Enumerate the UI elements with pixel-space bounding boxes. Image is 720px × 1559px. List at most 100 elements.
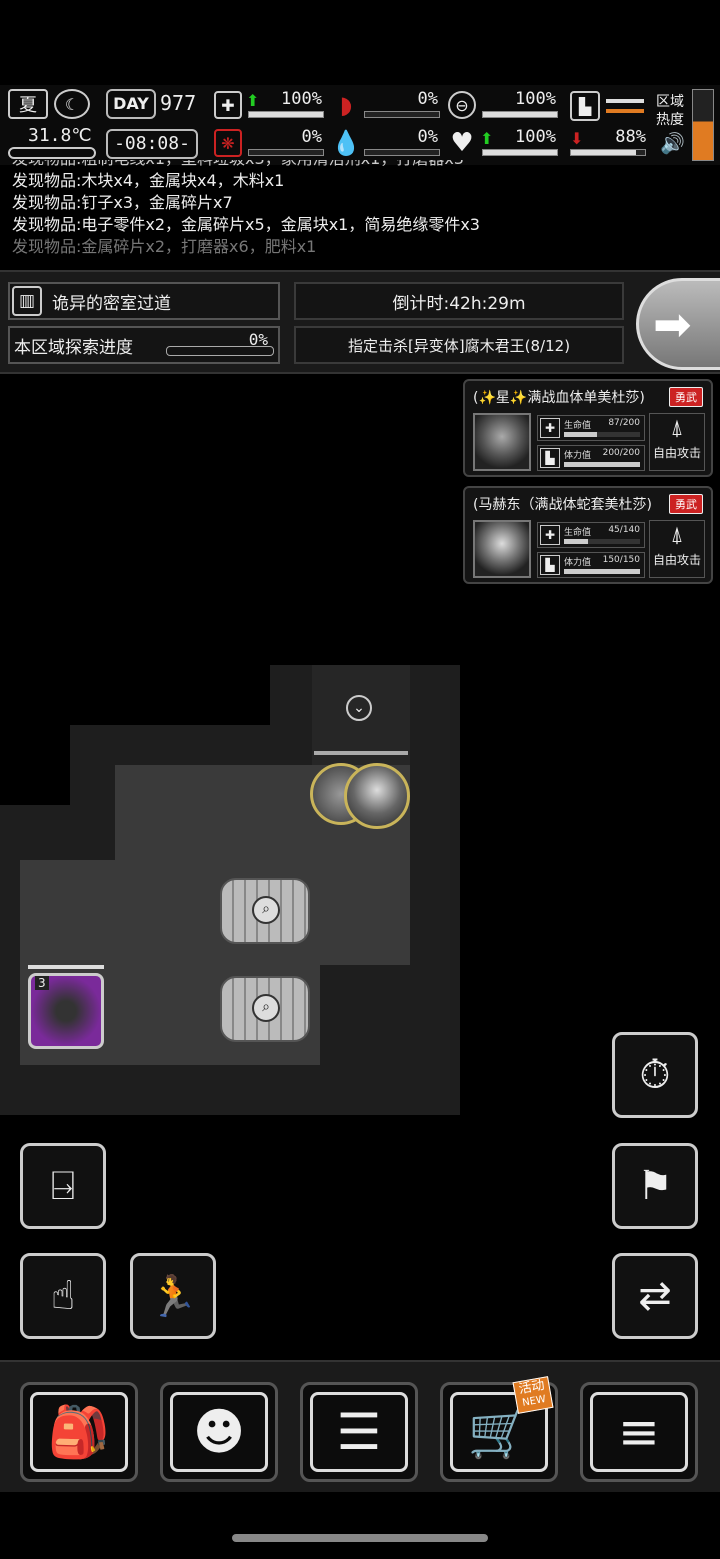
enemy-token[interactable]: 3 bbox=[28, 973, 104, 1049]
wait-timer-button[interactable]: ⏱ bbox=[612, 1032, 698, 1118]
stamina-label: 体力值 bbox=[564, 451, 592, 461]
zone-heat-meter bbox=[692, 89, 714, 161]
menu-button[interactable]: ≡ bbox=[580, 1382, 698, 1482]
day-number: 977 bbox=[160, 91, 197, 115]
tap-hand-icon: ☝ bbox=[50, 1273, 76, 1319]
fatigue-value: 100% bbox=[515, 89, 556, 109]
companion-card[interactable]: (✨星✨满战血体单美杜莎) 勇武 ✚ 生命值 87/200 ▙ 体力值 200/… bbox=[463, 379, 713, 477]
message-log[interactable]: 发现物品:粗制电线x1，塑料垃圾x3，家用清洁剂x1，打磨器x3 发现物品:木块… bbox=[12, 160, 712, 265]
interact-button[interactable]: ☝ bbox=[20, 1253, 106, 1339]
weight-bar-white bbox=[606, 99, 644, 103]
log-line: 发现物品:粗制电线x1，塑料垃圾x3，家用清洁剂x1，打磨器x3 bbox=[12, 160, 712, 170]
stamina-label: 体力值 bbox=[564, 558, 592, 568]
boots-value: 88% bbox=[615, 127, 646, 147]
stamina-bar bbox=[564, 462, 640, 467]
boots-bar bbox=[570, 149, 646, 156]
zone-heat-label: 区域热度 bbox=[656, 94, 684, 128]
run-button[interactable]: 🏃 bbox=[130, 1253, 216, 1339]
switch-stance-button[interactable]: ⇄ bbox=[612, 1253, 698, 1339]
hp-label: 生命值 bbox=[564, 421, 592, 431]
status-bar: 夏 ☾ 31.8℃ DAY 977 -08:08- ✚ ⬆ 100% ❋ 0% … bbox=[0, 85, 720, 165]
medkit-icon: ✚ bbox=[214, 91, 242, 119]
enemy-level: 3 bbox=[35, 976, 49, 990]
stamina-stat: ▙ 体力值 150/150 bbox=[537, 552, 645, 578]
free-attack-button[interactable]: ⍋ 自由攻击 bbox=[649, 520, 705, 578]
exit-door-icon: ⍈ bbox=[51, 1163, 75, 1209]
companion-badge: 勇武 bbox=[669, 494, 703, 514]
brain-icon: ❋ bbox=[214, 129, 242, 157]
enemy-health-bar bbox=[28, 965, 104, 969]
barrel[interactable]: ⌕ bbox=[220, 976, 310, 1042]
log-line: 发现物品:金属碎片x2，打磨器x6，肥料x1 bbox=[12, 237, 317, 256]
running-man-icon: 🏃 bbox=[148, 1273, 198, 1320]
stamina-bar bbox=[564, 569, 640, 574]
exploration-progress: 本区域探索进度 0% bbox=[8, 326, 280, 364]
home-indicator[interactable] bbox=[232, 1534, 488, 1542]
medkit-icon: ✚ bbox=[540, 418, 560, 438]
thermometer-icon bbox=[8, 147, 96, 159]
stomach-icon: ◗ bbox=[339, 91, 353, 119]
skills-button[interactable]: ☻ bbox=[160, 1382, 278, 1482]
soldier-swap-icon: ⇄ bbox=[638, 1273, 672, 1319]
companion-avatar bbox=[473, 413, 531, 471]
health-value: 100% bbox=[281, 89, 322, 109]
season-label: 夏 bbox=[19, 95, 37, 116]
companion-name: (马赫东（满战体蛇套美杜莎) bbox=[473, 497, 652, 513]
hunger-bar bbox=[364, 111, 440, 118]
barrel[interactable]: ⌕ bbox=[220, 878, 310, 944]
companion-name: (✨星✨满战血体单美杜莎) bbox=[473, 390, 645, 406]
hp-label: 生命值 bbox=[564, 528, 592, 538]
arrow-right-icon: ➡ bbox=[653, 297, 692, 351]
notebook-icon: ☰ bbox=[336, 1403, 382, 1461]
next-area-button[interactable]: ➡ bbox=[636, 278, 720, 370]
stopwatch-icon: ⏱ bbox=[639, 1052, 671, 1098]
companion-avatar bbox=[473, 520, 531, 578]
companion-token[interactable] bbox=[344, 763, 410, 829]
heart-icon: ♥ bbox=[450, 128, 474, 158]
map-marker-button[interactable]: ⚑ bbox=[612, 1143, 698, 1229]
log-line: 发现物品:钉子x3，金属碎片x7 bbox=[12, 193, 233, 212]
exit-button[interactable]: ⍈ bbox=[20, 1143, 106, 1229]
shop-button[interactable]: 🛒 活动 NEW bbox=[440, 1376, 558, 1482]
speaker-icon[interactable]: 🔊 bbox=[660, 131, 685, 155]
event-badge-new: NEW bbox=[521, 1393, 547, 1409]
free-attack-button[interactable]: ⍋ 自由攻击 bbox=[649, 413, 705, 471]
hp-stat: ✚ 生命值 87/200 bbox=[537, 415, 645, 441]
attack-label: 自由攻击 bbox=[652, 553, 701, 567]
companion-card[interactable]: (马赫东（满战体蛇套美杜莎) 勇武 ✚ 生命值 45/140 ▙ 体力值 150… bbox=[463, 486, 713, 584]
mood-value: 100% bbox=[515, 127, 556, 147]
exploration-bar bbox=[166, 346, 274, 356]
player-health-bar bbox=[314, 751, 408, 755]
stamina-stat: ▙ 体力值 200/200 bbox=[537, 445, 645, 471]
boot-icon: ▙ bbox=[540, 448, 560, 468]
attack-icon: ⍋ bbox=[670, 416, 684, 441]
boot-icon: ▙ bbox=[540, 555, 560, 575]
event-badge: 活动 NEW bbox=[512, 1376, 554, 1414]
bottom-dock: 🎒 ☻ ☰ 🛒 活动 NEW ≡ bbox=[0, 1360, 720, 1492]
building-icon: ▥ bbox=[12, 286, 42, 316]
area-title: ▥ 诡异的密室过道 bbox=[8, 282, 280, 320]
sanity-bar bbox=[248, 149, 324, 156]
kill-task[interactable]: 指定击杀[异变体]腐木君王(8/12) bbox=[294, 326, 624, 364]
attack-label: 自由攻击 bbox=[652, 446, 701, 460]
thirst-bar bbox=[364, 149, 440, 156]
medkit-icon: ✚ bbox=[540, 525, 560, 545]
thirst-value: 0% bbox=[417, 127, 438, 147]
boot-icon: ▙ bbox=[570, 91, 600, 121]
journal-button[interactable]: ☰ bbox=[300, 1382, 418, 1482]
exploration-label: 本区域探索进度 bbox=[14, 337, 133, 358]
companion-badge: 勇武 bbox=[669, 387, 703, 407]
map-area[interactable]: ⌄ ⌕ ⌕ 3 bbox=[0, 665, 460, 1125]
day-label: DAY bbox=[106, 89, 156, 119]
log-line: 发现物品:电子零件x2，金属碎片x5，金属块x1，简易绝缘零件x3 bbox=[12, 215, 480, 234]
chevron-down-icon[interactable]: ⌄ bbox=[346, 695, 372, 721]
menu-icon: ≡ bbox=[618, 1403, 660, 1461]
log-line: 发现物品:木块x4，金属块x4，木料x1 bbox=[12, 171, 285, 190]
backpack-button[interactable]: 🎒 bbox=[20, 1382, 138, 1482]
hp-bar bbox=[564, 539, 640, 544]
hp-stat: ✚ 生命值 45/140 bbox=[537, 522, 645, 548]
season-icon: 夏 bbox=[8, 89, 48, 119]
brain-head-icon: ☻ bbox=[192, 1403, 246, 1461]
hp-bar bbox=[564, 432, 640, 437]
clock: -08:08- bbox=[106, 129, 198, 159]
